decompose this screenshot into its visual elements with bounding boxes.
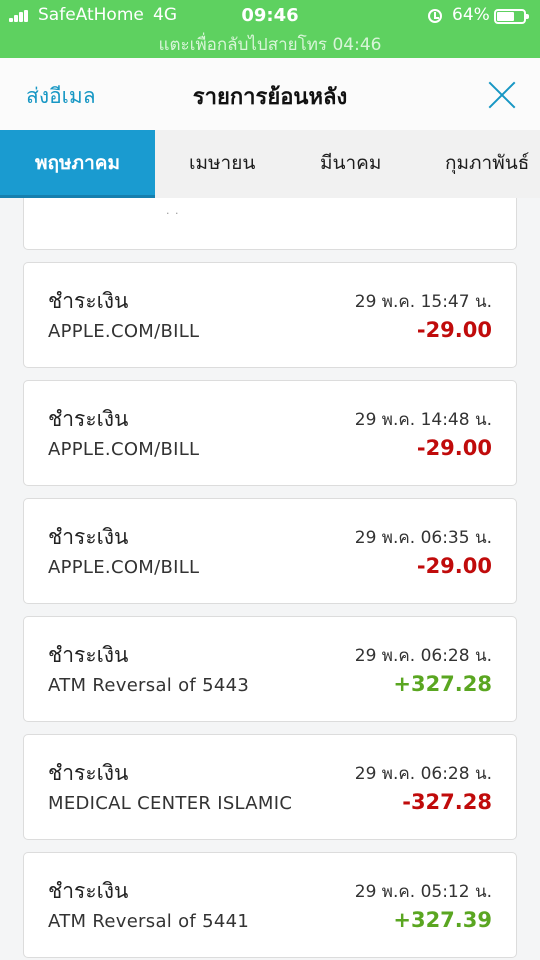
- tab-may[interactable]: พฤษภาคม: [0, 130, 155, 198]
- list-item[interactable]: ชำระเงิน 29 พ.ค. 14:48 น. APPLE.COM/BILL…: [23, 380, 517, 486]
- truncated-text: · ·: [166, 207, 180, 220]
- transaction-type: ชำระเงิน: [48, 289, 129, 313]
- transaction-amount: -29.00: [416, 318, 492, 342]
- transaction-amount: -29.00: [416, 554, 492, 578]
- transaction-amount: +327.39: [393, 908, 492, 932]
- list-item[interactable]: ชำระเงิน 29 พ.ค. 06:35 น. APPLE.COM/BILL…: [23, 498, 517, 604]
- transaction-merchant: MEDICAL CENTER ISLAMIC: [48, 793, 293, 814]
- status-bar: SafeAtHome 4G 09:46 64% แตะเพื่อกลับไปสา…: [0, 0, 540, 58]
- page-title: รายการย้อนหลัง: [192, 85, 348, 110]
- transaction-type: ชำระเงิน: [48, 879, 129, 903]
- month-tabs: พฤษภาคม เมษายน มีนาคม กุมภาพันธ์: [0, 130, 540, 198]
- transaction-amount: -327.28: [402, 790, 492, 814]
- transaction-merchant: ATM Reversal of 5441: [48, 911, 250, 932]
- transaction-date: 29 พ.ค. 06:35 น.: [354, 528, 492, 548]
- transaction-amount: -29.00: [416, 436, 492, 460]
- transaction-type: ชำระเงิน: [48, 643, 129, 667]
- list-item[interactable]: ชำระเงิน 29 พ.ค. 06:28 น. ATM Reversal o…: [23, 616, 517, 722]
- return-to-call-banner[interactable]: แตะเพื่อกลับไปสายโทร 04:46: [0, 31, 540, 58]
- transaction-date: 29 พ.ค. 14:48 น.: [354, 410, 492, 430]
- header: ส่งอีเมล รายการย้อนหลัง: [0, 58, 540, 130]
- transaction-date: 29 พ.ค. 05:12 น.: [354, 882, 492, 902]
- list-item[interactable]: ชำระเงิน 29 พ.ค. 06:28 น. MEDICAL CENTER…: [23, 734, 517, 840]
- transaction-date: 29 พ.ค. 06:28 น.: [354, 764, 492, 784]
- transaction-merchant: ATM Reversal of 5443: [48, 675, 250, 696]
- battery-percent: 64%: [452, 5, 490, 25]
- tab-march[interactable]: มีนาคม: [320, 130, 381, 198]
- close-icon[interactable]: [487, 80, 517, 110]
- transaction-merchant: APPLE.COM/BILL: [48, 439, 200, 460]
- alarm-icon: [428, 9, 442, 23]
- transaction-type: ชำระเงิน: [48, 407, 129, 431]
- transaction-list[interactable]: · · ชำระเงิน 29 พ.ค. 15:47 น. APPLE.COM/…: [0, 198, 540, 960]
- battery-icon: [494, 9, 529, 24]
- transaction-merchant: APPLE.COM/BILL: [48, 557, 200, 578]
- tab-april[interactable]: เมษายน: [189, 130, 255, 198]
- list-item[interactable]: ชำระเงิน 29 พ.ค. 05:12 น. ATM Reversal o…: [23, 852, 517, 958]
- transaction-merchant: APPLE.COM/BILL: [48, 321, 200, 342]
- list-item[interactable]: ชำระเงิน 29 พ.ค. 15:47 น. APPLE.COM/BILL…: [23, 262, 517, 368]
- transaction-type: ชำระเงิน: [48, 525, 129, 549]
- list-item-partial[interactable]: · ·: [23, 198, 517, 250]
- tab-february[interactable]: กุมภาพันธ์: [445, 130, 529, 198]
- transaction-date: 29 พ.ค. 06:28 น.: [354, 646, 492, 666]
- transaction-type: ชำระเงิน: [48, 761, 129, 785]
- transaction-amount: +327.28: [393, 672, 492, 696]
- transaction-date: 29 พ.ค. 15:47 น.: [354, 292, 492, 312]
